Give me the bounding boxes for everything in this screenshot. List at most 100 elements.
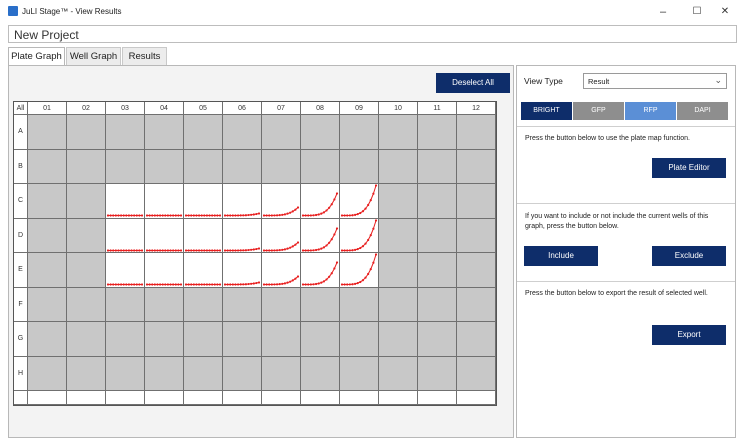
well-F06[interactable]: [223, 287, 262, 322]
well-G01[interactable]: [28, 322, 67, 357]
row-header-F[interactable]: F: [14, 287, 28, 322]
maximize-button[interactable]: ☐: [684, 3, 710, 21]
well-D03[interactable]: [106, 218, 145, 253]
column-header-06[interactable]: 06: [223, 102, 262, 115]
well-E07[interactable]: [262, 253, 301, 288]
column-header-12[interactable]: 12: [457, 102, 496, 115]
well-C05[interactable]: [184, 184, 223, 219]
well-C06[interactable]: [223, 184, 262, 219]
well-C04[interactable]: [145, 184, 184, 219]
row-header-A[interactable]: A: [14, 115, 28, 150]
well-D12[interactable]: [457, 218, 496, 253]
well-D05[interactable]: [184, 218, 223, 253]
well-F03[interactable]: [106, 287, 145, 322]
row-header-H[interactable]: H: [14, 356, 28, 391]
well-H04[interactable]: [145, 356, 184, 391]
select-all-corner[interactable]: All: [14, 102, 28, 115]
well-E09[interactable]: [340, 253, 379, 288]
column-header-09[interactable]: 09: [340, 102, 379, 115]
well-D02[interactable]: [67, 218, 106, 253]
filter-bright-button[interactable]: BRIGHT: [521, 102, 572, 120]
well-A04[interactable]: [145, 115, 184, 150]
well-G10[interactable]: [379, 322, 418, 357]
well-A12[interactable]: [457, 115, 496, 150]
column-header-03[interactable]: 03: [106, 102, 145, 115]
well-D09[interactable]: [340, 218, 379, 253]
row-header-D[interactable]: D: [14, 218, 28, 253]
tab-results[interactable]: Results: [122, 47, 167, 65]
well-E08[interactable]: [301, 253, 340, 288]
well-H08[interactable]: [301, 356, 340, 391]
well-E10[interactable]: [379, 253, 418, 288]
well-B04[interactable]: [145, 149, 184, 184]
well-A10[interactable]: [379, 115, 418, 150]
well-C10[interactable]: [379, 184, 418, 219]
well-D10[interactable]: [379, 218, 418, 253]
well-E12[interactable]: [457, 253, 496, 288]
well-F01[interactable]: [28, 287, 67, 322]
export-button[interactable]: Export: [652, 325, 726, 345]
well-F08[interactable]: [301, 287, 340, 322]
well-B05[interactable]: [184, 149, 223, 184]
well-C08[interactable]: [301, 184, 340, 219]
well-A11[interactable]: [418, 115, 457, 150]
well-H11[interactable]: [418, 356, 457, 391]
well-C12[interactable]: [457, 184, 496, 219]
well-D04[interactable]: [145, 218, 184, 253]
plate-editor-button[interactable]: Plate Editor: [652, 158, 726, 178]
well-G11[interactable]: [418, 322, 457, 357]
row-header-C[interactable]: C: [14, 184, 28, 219]
well-G09[interactable]: [340, 322, 379, 357]
well-D07[interactable]: [262, 218, 301, 253]
well-D06[interactable]: [223, 218, 262, 253]
well-D08[interactable]: [301, 218, 340, 253]
well-C09[interactable]: [340, 184, 379, 219]
well-A05[interactable]: [184, 115, 223, 150]
well-E03[interactable]: [106, 253, 145, 288]
column-header-02[interactable]: 02: [67, 102, 106, 115]
well-G05[interactable]: [184, 322, 223, 357]
well-H07[interactable]: [262, 356, 301, 391]
well-F11[interactable]: [418, 287, 457, 322]
well-B06[interactable]: [223, 149, 262, 184]
minimize-button[interactable]: –: [650, 3, 676, 21]
well-B12[interactable]: [457, 149, 496, 184]
column-header-08[interactable]: 08: [301, 102, 340, 115]
well-E04[interactable]: [145, 253, 184, 288]
well-F12[interactable]: [457, 287, 496, 322]
well-H05[interactable]: [184, 356, 223, 391]
well-C07[interactable]: [262, 184, 301, 219]
well-B11[interactable]: [418, 149, 457, 184]
well-H02[interactable]: [67, 356, 106, 391]
close-button[interactable]: ✕: [712, 3, 737, 21]
well-H03[interactable]: [106, 356, 145, 391]
include-button[interactable]: Include: [524, 246, 598, 266]
well-E11[interactable]: [418, 253, 457, 288]
well-B10[interactable]: [379, 149, 418, 184]
filter-rfp-button[interactable]: RFP: [625, 102, 676, 120]
well-F07[interactable]: [262, 287, 301, 322]
well-A08[interactable]: [301, 115, 340, 150]
tab-well-graph[interactable]: Well Graph: [66, 47, 121, 65]
view-type-select[interactable]: Result ⌄: [583, 73, 727, 89]
well-D11[interactable]: [418, 218, 457, 253]
column-header-10[interactable]: 10: [379, 102, 418, 115]
filter-dapi-button[interactable]: DAPI: [677, 102, 728, 120]
well-G03[interactable]: [106, 322, 145, 357]
tab-plate-graph[interactable]: Plate Graph: [8, 47, 65, 66]
well-D01[interactable]: [28, 218, 67, 253]
well-H10[interactable]: [379, 356, 418, 391]
row-header-B[interactable]: B: [14, 149, 28, 184]
well-G12[interactable]: [457, 322, 496, 357]
well-H12[interactable]: [457, 356, 496, 391]
well-F05[interactable]: [184, 287, 223, 322]
exclude-button[interactable]: Exclude: [652, 246, 726, 266]
well-H01[interactable]: [28, 356, 67, 391]
well-A01[interactable]: [28, 115, 67, 150]
column-header-04[interactable]: 04: [145, 102, 184, 115]
filter-gfp-button[interactable]: GFP: [573, 102, 624, 120]
well-G06[interactable]: [223, 322, 262, 357]
well-A09[interactable]: [340, 115, 379, 150]
row-header-E[interactable]: E: [14, 253, 28, 288]
well-A07[interactable]: [262, 115, 301, 150]
